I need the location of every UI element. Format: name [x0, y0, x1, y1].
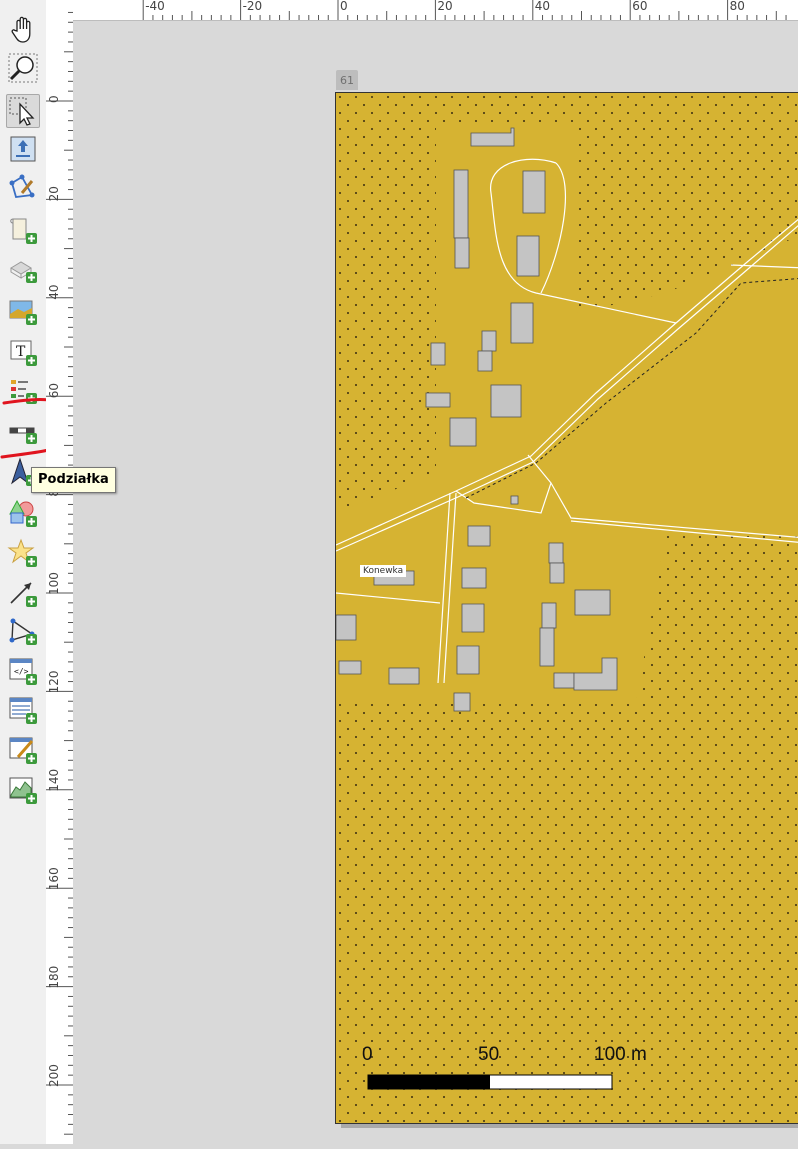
add-label-icon: T	[10, 340, 37, 366]
vruler-label: 20	[47, 186, 61, 201]
vruler-label: 180	[47, 966, 61, 989]
layout-toolbar: T </>	[0, 0, 47, 1144]
hruler-label: 20	[437, 0, 452, 13]
edit-nodes-tool-button[interactable]	[6, 171, 40, 205]
add-fixed-table-tool-button[interactable]	[6, 733, 40, 767]
tooltip: Podziałka	[31, 467, 116, 493]
map-canvas	[336, 93, 798, 1123]
add-map-tool-button[interactable]	[6, 213, 40, 247]
scalebar-label-100: 100 m	[594, 1044, 647, 1065]
move-content-tool-button[interactable]	[6, 132, 40, 166]
svg-text:T: T	[16, 344, 26, 360]
pan-tool-button[interactable]	[6, 13, 40, 47]
add-html-icon: </>	[9, 658, 37, 685]
magnifier-icon	[8, 53, 38, 83]
add-arrow-icon	[10, 582, 37, 607]
place-label: Konewka	[360, 565, 407, 577]
hruler-label: -40	[145, 0, 165, 13]
add-picture-tool-button[interactable]	[6, 294, 40, 328]
add-marker-tool-button[interactable]	[6, 536, 40, 570]
edit-nodes-icon	[9, 174, 35, 198]
vruler-label: 40	[47, 285, 61, 300]
select-arrow-icon	[9, 97, 35, 126]
add-shape-tool-button[interactable]	[6, 496, 40, 530]
add-attribute-table-tool-button[interactable]	[6, 693, 40, 727]
add-marker-icon	[7, 538, 37, 567]
vruler-label: 0	[47, 95, 61, 103]
add-arrow-tool-button[interactable]	[6, 576, 40, 610]
add-polygon-tool-button[interactable]	[6, 614, 40, 648]
hruler-label: -20	[243, 0, 263, 13]
add-shape-icon	[9, 499, 37, 527]
add-3d-map-tool-button[interactable]	[6, 252, 40, 286]
map-item[interactable]: Konewka 0 50 100 m	[335, 92, 798, 1124]
hruler-label: 60	[632, 0, 647, 13]
vruler-label: 200	[47, 1064, 61, 1087]
page-number-tab: 61	[336, 70, 358, 90]
add-label-tool-button[interactable]: T	[6, 335, 40, 369]
hruler-label: 0	[340, 0, 348, 13]
add-polygon-icon	[9, 618, 37, 645]
horizontal-ruler[interactable]: -40 -20 0 20 40 60 80	[73, 0, 798, 21]
vruler-label: 100	[47, 572, 61, 595]
vruler-label: 160	[47, 867, 61, 890]
add-fixed-table-icon	[9, 737, 37, 764]
add-picture-icon	[9, 300, 37, 325]
select-tool-button[interactable]	[6, 94, 40, 128]
zoom-tool-button[interactable]	[6, 51, 40, 85]
add-elevation-profile-icon	[9, 777, 37, 804]
add-elevation-profile-tool-button[interactable]	[6, 773, 40, 807]
svg-text:</>: </>	[14, 667, 29, 676]
hruler-label: 40	[535, 0, 550, 13]
add-html-tool-button[interactable]: </>	[6, 654, 40, 688]
scalebar-graphic	[367, 1074, 613, 1090]
add-map-icon	[10, 218, 37, 244]
add-attribute-table-icon	[9, 697, 37, 724]
vruler-label: 140	[47, 769, 61, 792]
vertical-ruler[interactable]: 020406080100120140160180200	[46, 0, 73, 1144]
move-content-icon	[10, 136, 36, 162]
scalebar-label-0: 0	[362, 1044, 373, 1065]
vruler-label: 60	[47, 383, 61, 398]
hruler-label: 80	[730, 0, 745, 13]
vruler-label: 120	[47, 670, 61, 693]
scalebar-label-50: 50	[478, 1044, 500, 1065]
add-3d-map-icon	[10, 261, 37, 283]
hand-icon	[11, 16, 31, 43]
